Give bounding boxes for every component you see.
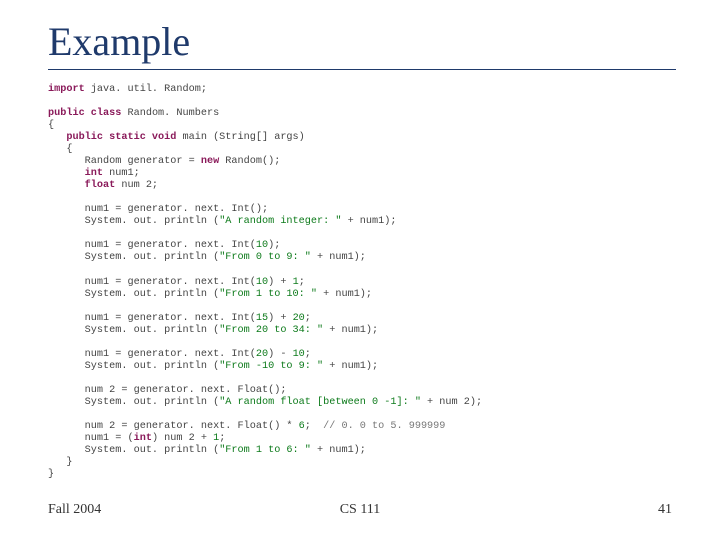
code-text: Random. Numbers (121, 108, 219, 119)
code-text: ; (219, 433, 225, 444)
num: 10 (256, 240, 268, 251)
code-text: num1 = generator. next. Int( (48, 349, 256, 360)
title-underline (48, 69, 676, 70)
code-text: System. out. println ( (48, 361, 219, 372)
str: "From 1 to 6: " (219, 445, 311, 456)
kw-psv: public static void (48, 132, 176, 143)
kw-import: import (48, 84, 85, 95)
str: "From 0 to 9: " (219, 252, 311, 263)
code-text: System. out. println ( (48, 252, 219, 263)
code-text: Random(); (219, 156, 280, 167)
kw-public-class: public class (48, 108, 121, 119)
code-text: ; (305, 349, 311, 360)
code-text: System. out. println ( (48, 445, 219, 456)
code-text: + num1); (317, 289, 372, 300)
code-text: + num1); (323, 325, 378, 336)
slide-title: Example (48, 18, 672, 65)
kw-int-cast: int (134, 433, 152, 444)
code-text: num 2 = generator. next. Float(); (48, 385, 286, 396)
num: 20 (256, 349, 268, 360)
kw-new: new (201, 156, 219, 167)
code-text: ; (299, 277, 305, 288)
footer-right: 41 (658, 502, 672, 518)
kw-int: int (48, 168, 103, 179)
code-text: Random generator = (48, 156, 201, 167)
kw-float: float (48, 180, 115, 191)
code-text: num1; (103, 168, 140, 179)
code-text: ; (305, 421, 323, 432)
code-text: System. out. println ( (48, 289, 219, 300)
code-text: ; (305, 313, 311, 324)
code-block: import java. util. Random; public class … (48, 84, 672, 481)
code-text: System. out. println ( (48, 325, 219, 336)
code-text: num 2 = generator. next. Float() * (48, 421, 299, 432)
code-text: + num1); (341, 216, 396, 227)
code-text: } (48, 457, 72, 468)
code-text: ) num 2 + (152, 433, 213, 444)
code-text: { (48, 144, 72, 155)
code-text: + num1); (323, 361, 378, 372)
num: 15 (256, 313, 268, 324)
code-text: num 2; (115, 180, 158, 191)
footer-left: Fall 2004 (48, 502, 101, 518)
code-text: + num1); (311, 445, 366, 456)
code-text: ) - (268, 349, 292, 360)
code-text: + num1); (311, 252, 366, 263)
code-text: System. out. println ( (48, 216, 219, 227)
code-text: num1 = generator. next. Int( (48, 277, 256, 288)
footer-center: CS 111 (340, 502, 381, 518)
comment: // 0. 0 to 5. 999999 (323, 421, 445, 432)
code-text: ); (268, 240, 280, 251)
code-text: java. util. Random; (85, 84, 207, 95)
code-text: { (48, 120, 54, 131)
slide-footer: Fall 2004 CS 111 41 (48, 502, 672, 518)
code-text: + num 2); (421, 397, 482, 408)
code-text: num1 = generator. next. Int(); (48, 204, 268, 215)
code-text: num1 = generator. next. Int( (48, 240, 256, 251)
str: "A random float [between 0 -1]: " (219, 397, 421, 408)
slide-content: Example import java. util. Random; publi… (0, 0, 720, 481)
str: "A random integer: " (219, 216, 341, 227)
code-text: } (48, 469, 54, 480)
str: "From 1 to 10: " (219, 289, 317, 300)
code-text: ) + (268, 313, 292, 324)
num: 10 (293, 349, 305, 360)
code-text: num1 = generator. next. Int( (48, 313, 256, 324)
code-text: System. out. println ( (48, 397, 219, 408)
str: "From 20 to 34: " (219, 325, 323, 336)
num: 20 (293, 313, 305, 324)
code-text: num1 = ( (48, 433, 134, 444)
num: 10 (256, 277, 268, 288)
code-text: ) + (268, 277, 292, 288)
code-text: main (String[] args) (176, 132, 304, 143)
str: "From -10 to 9: " (219, 361, 323, 372)
